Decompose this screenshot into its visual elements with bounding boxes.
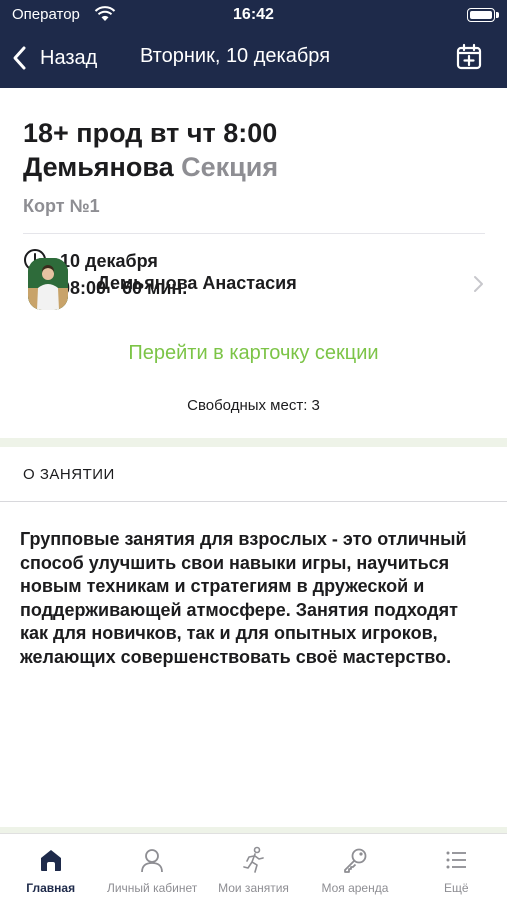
tab-label: Главная — [26, 881, 76, 895]
section-separator — [0, 438, 507, 447]
tab-label: Ещё — [444, 881, 469, 895]
about-description: Групповые занятия для взрослых - это отл… — [20, 529, 467, 667]
lesson-kind: Секция — [181, 152, 279, 182]
trainer-row[interactable]: Демьянова Анастасия — [0, 254, 507, 314]
tab-bar: Главная Личный кабинет Мои занятия Моя а… — [0, 833, 507, 900]
lesson-title-block: 18+ прод вт чт 8:00 Демьянова Секция Кор… — [0, 88, 507, 217]
user-icon — [141, 849, 164, 873]
tab-my-lessons[interactable]: Мои занятия — [203, 834, 304, 900]
status-time: 16:42 — [233, 6, 274, 23]
page-title: Вторник, 10 декабря — [140, 45, 331, 67]
battery-icon — [467, 8, 495, 22]
battery-tip — [496, 12, 499, 18]
key-icon — [344, 848, 367, 873]
tab-my-rental[interactable]: Моя аренда — [304, 834, 405, 900]
lesson-subtitle: Демьянова Секция — [23, 150, 484, 184]
runner-icon — [242, 846, 264, 873]
calendar-plus-icon[interactable] — [455, 43, 483, 71]
status-bar: Оператор 16:42 — [0, 0, 507, 30]
tab-more[interactable]: Ещё — [406, 834, 507, 900]
divider — [0, 501, 507, 502]
free-places-label: Свободных мест: 3 — [187, 397, 320, 414]
lesson-trainer-short: Демьянова — [23, 152, 174, 182]
tab-label: Мои занятия — [218, 881, 289, 895]
top-header: Оператор 16:42 Назад Вторник, 10 декабря — [0, 0, 507, 88]
chevron-right-icon — [474, 276, 483, 292]
back-button[interactable]: Назад — [10, 42, 97, 74]
section-card-link[interactable]: Перейти в карточку секции — [0, 342, 507, 365]
tab-label: Моя аренда — [321, 881, 389, 895]
avatar — [28, 258, 68, 310]
back-label: Назад — [40, 46, 98, 69]
tab-home[interactable]: Главная — [0, 834, 101, 900]
lesson-title: 18+ прод вт чт 8:00 — [23, 118, 278, 148]
home-icon — [40, 850, 61, 871]
tab-label: Личный кабинет — [106, 881, 198, 895]
more-list-icon — [446, 851, 467, 869]
court-label: Корт №1 — [23, 196, 100, 216]
about-header: О ЗАНЯТИИ — [23, 466, 115, 483]
tab-profile[interactable]: Личный кабинет — [101, 834, 202, 900]
chevron-left-icon — [13, 46, 26, 70]
trainer-name: Демьянова Анастасия — [97, 273, 297, 293]
